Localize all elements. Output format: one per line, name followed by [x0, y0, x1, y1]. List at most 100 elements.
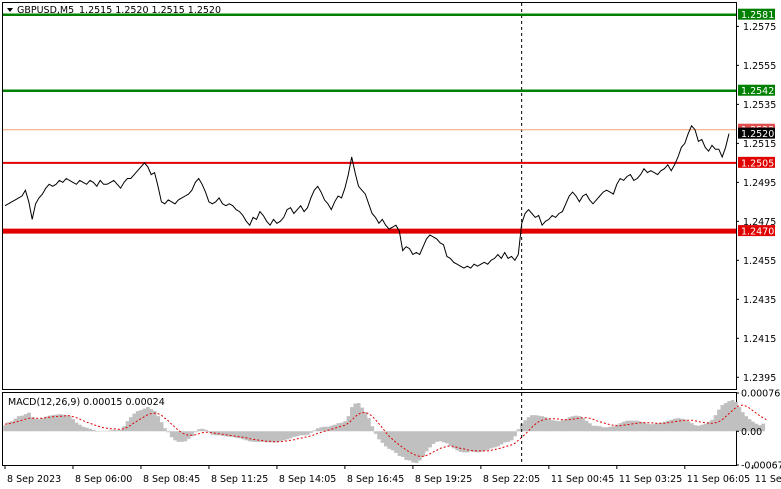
macd-histogram-bar	[553, 420, 558, 432]
macd-histogram-bar	[47, 415, 52, 432]
macd-histogram-bar	[67, 416, 72, 432]
macd-histogram-bar	[686, 421, 691, 432]
macd-histogram-bar	[61, 414, 65, 432]
price-axis-label: 1.2495	[743, 178, 776, 189]
macd-histogram-bar	[91, 429, 96, 432]
macd-histogram-bar	[309, 431, 313, 433]
macd-histogram-bar	[536, 415, 541, 432]
time-axis-label: 8 Sep 2023	[7, 474, 61, 485]
time-axis-label: 8 Sep 06:00	[75, 474, 132, 485]
macd-histogram-bar	[367, 418, 371, 432]
macd-histogram-bar	[203, 429, 208, 432]
macd-histogram-bar	[628, 420, 633, 432]
macd-histogram-bar	[101, 430, 106, 432]
macd-histogram-bar	[166, 431, 171, 433]
macd-histogram-bar	[108, 430, 113, 432]
price-pane[interactable]	[2, 2, 737, 390]
macd-histogram-bar	[496, 431, 500, 447]
macd-histogram-bar	[727, 401, 732, 432]
time-axis-label: 8 Sep 14:05	[279, 474, 336, 485]
macd-histogram-bar	[129, 417, 133, 432]
macd-histogram-bar	[163, 428, 167, 432]
macd-histogram-bar	[220, 431, 225, 436]
macd-histogram-bar	[564, 419, 568, 432]
macd-histogram-bar	[316, 428, 320, 432]
macd-histogram-bar	[472, 431, 477, 452]
macd-histogram-bar	[33, 418, 38, 432]
macd-histogram-bar	[322, 426, 327, 432]
macd-title: MACD(12,26,9) 0.00015 0.00024	[8, 397, 165, 408]
time-axis-label: 11 Sep 08:45	[755, 474, 781, 485]
macd-histogram-bar	[411, 431, 415, 463]
macd-histogram-bar	[193, 431, 198, 433]
macd-histogram-bar	[441, 431, 446, 443]
price-axis-label: 1.2475	[743, 217, 776, 228]
macd-histogram-bar	[377, 431, 381, 440]
macd-histogram-bar	[587, 423, 592, 432]
macd-axis-label: 0.00076	[741, 389, 780, 400]
macd-histogram-bar	[50, 415, 55, 432]
macd-histogram-bar	[438, 431, 443, 442]
macd-histogram-bar	[30, 417, 35, 432]
macd-histogram-bar	[292, 431, 296, 437]
macd-histogram-bar	[251, 431, 256, 442]
macd-histogram-bar	[717, 409, 721, 432]
macd-histogram-bar	[282, 431, 286, 441]
price-axis-label: 1.2555	[743, 61, 776, 72]
price-axis-label: 1.2535	[743, 100, 776, 111]
time-axis-label: 8 Sep 08:45	[143, 474, 200, 485]
time-axis-label: 8 Sep 16:45	[347, 474, 404, 485]
macd-histogram-bar	[649, 424, 653, 432]
macd-histogram-bar	[152, 411, 157, 432]
macd-histogram-bar	[499, 431, 504, 445]
time-axis-label: 8 Sep 11:25	[211, 474, 268, 485]
macd-histogram-bar	[360, 407, 364, 432]
macd-histogram-bar	[502, 431, 507, 443]
macd-histogram-bar	[445, 431, 449, 444]
macd-histogram-bar	[237, 431, 242, 439]
macd-histogram-bar	[479, 431, 483, 452]
macd-histogram-bar	[621, 421, 626, 432]
macd-histogram-bar	[180, 431, 184, 442]
ohlc-values: 1.2515 1.2520 1.2515 1.2520	[79, 5, 221, 16]
macd-histogram-bar	[550, 420, 555, 432]
macd-histogram-bar	[533, 415, 538, 432]
macd-histogram-bar	[319, 427, 324, 432]
macd-histogram-bar	[659, 422, 664, 432]
macd-histogram-bar	[703, 423, 708, 432]
macd-histogram-bar	[560, 420, 565, 432]
macd-histogram-bar	[683, 419, 687, 432]
macd-histogram-bar	[604, 427, 609, 432]
macd-histogram-bar	[139, 410, 144, 432]
macd-histogram-bar	[81, 426, 86, 432]
macd-histogram-bar	[689, 423, 694, 432]
macd-histogram-bar	[584, 420, 589, 432]
price-axis-label: 1.2435	[743, 295, 776, 306]
macd-histogram-bar	[57, 414, 62, 432]
macd-histogram-bar	[608, 426, 613, 432]
macd-histogram-bar	[414, 431, 419, 463]
macd-histogram-bar	[390, 431, 395, 451]
macd-histogram-bar	[295, 431, 300, 437]
macd-histogram-bar	[149, 409, 154, 432]
macd-histogram-bar	[95, 431, 99, 432]
macd-histogram-bar	[581, 418, 585, 432]
macd-histogram-bar	[540, 416, 545, 432]
macd-histogram-bar	[506, 431, 511, 442]
macd-histogram-bar	[183, 431, 188, 442]
macd-histogram-bar	[475, 431, 480, 453]
macd-histogram-bar	[20, 415, 25, 432]
level-price-label: 1.2470	[741, 227, 774, 238]
macd-histogram-bar	[404, 431, 409, 460]
mt-chart-window[interactable]: 1.25221.25811.25421.25051.2470 1.25201.2…	[0, 0, 781, 489]
macd-histogram-bar	[710, 419, 715, 432]
time-axis-label: 11 Sep 06:05	[687, 474, 750, 485]
macd-histogram-bar	[482, 431, 487, 451]
macd-histogram-bar	[730, 400, 735, 432]
macd-histogram-bar	[594, 425, 599, 432]
macd-histogram-bar	[424, 431, 429, 452]
macd-histogram-bar	[278, 431, 283, 442]
macd-histogram-bar	[305, 431, 310, 435]
macd-histogram-bar	[343, 421, 347, 432]
macd-histogram-bar	[275, 431, 279, 443]
